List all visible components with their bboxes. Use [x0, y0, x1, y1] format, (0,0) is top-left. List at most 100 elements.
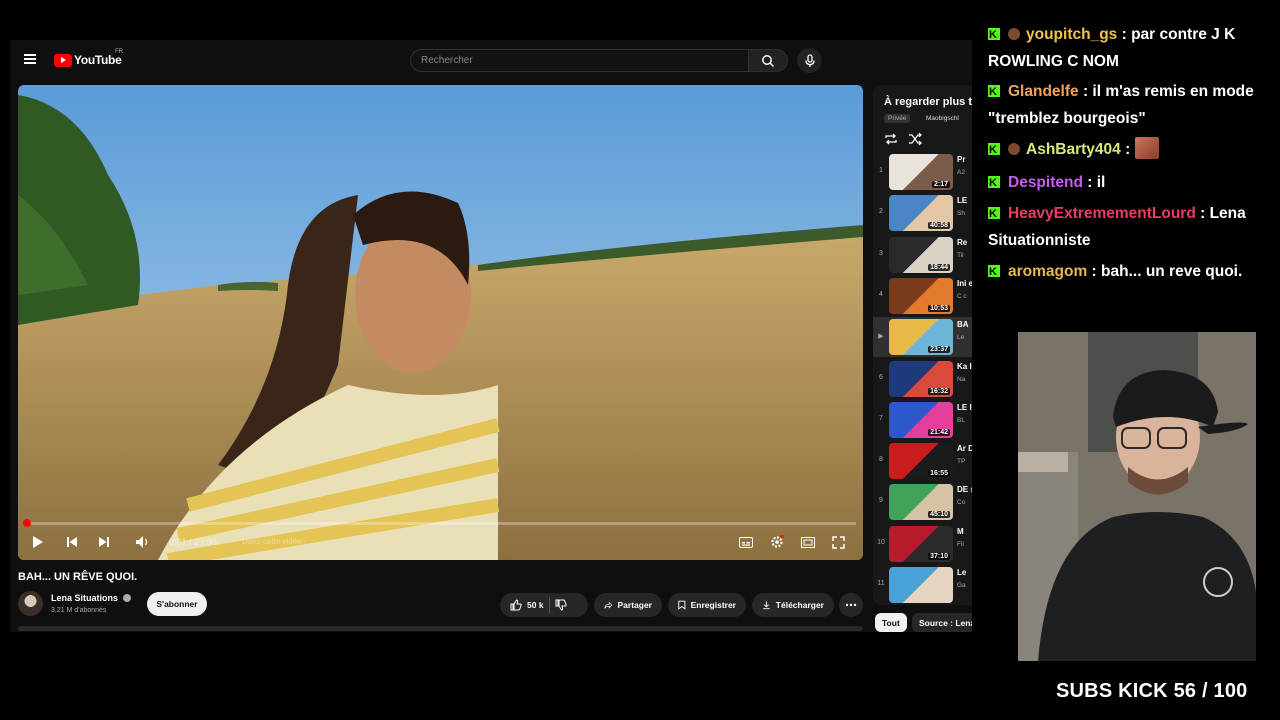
playlist-item-thumbnail[interactable]: 16:32	[889, 360, 953, 397]
play-button[interactable]	[30, 534, 46, 550]
video-player[interactable]: 0:01 / 23:36 Dans cette vidéo ›	[18, 85, 863, 560]
fullscreen-button[interactable]	[830, 534, 846, 550]
chat-username[interactable]: Glandelfe	[1008, 83, 1079, 100]
playlist-title[interactable]: À regarder plus tard	[884, 96, 972, 108]
playlist-item-thumbnail[interactable]: 40:58	[889, 195, 953, 232]
thumbs-down-icon[interactable]	[555, 599, 567, 611]
playlist-item-title[interactable]: Le	[957, 568, 966, 577]
playlist-item[interactable]: 8 16:55 Ar DE TP	[873, 441, 972, 481]
playlist-item-thumbnail[interactable]: 2:17	[889, 154, 953, 190]
hamburger-menu-icon[interactable]	[24, 54, 36, 64]
playlist-item-thumbnail[interactable]: 45:10	[889, 484, 953, 521]
playlist-item-thumbnail[interactable]: 18:44	[889, 236, 953, 273]
playlist-item-index: 3	[879, 249, 883, 257]
chat-username[interactable]: HeavyExtremementLourd	[1008, 205, 1196, 222]
video-scrubber-handle[interactable]	[23, 519, 31, 527]
playlist-item-thumbnail[interactable]	[889, 567, 953, 603]
playlist-item[interactable]: 6 16:32 Ka les Na	[873, 359, 972, 399]
playlist-item-thumbnail[interactable]: 21:42	[889, 401, 953, 438]
playlist-item-title[interactable]: Ar DE	[957, 444, 972, 453]
settings-button[interactable]	[769, 534, 785, 550]
chat-text: bah... un reve quoi.	[1101, 263, 1243, 280]
thumbs-up-icon[interactable]	[510, 599, 522, 611]
playlist-item-duration: 21:42	[928, 428, 950, 436]
playlist-item-index: 9	[879, 497, 883, 505]
chapter-link[interactable]: Dans cette vidéo ›	[242, 537, 306, 546]
channel-name[interactable]: Lena Situations	[51, 593, 118, 603]
chat-text: il	[1096, 174, 1106, 191]
playlist-item-index: 4	[879, 290, 883, 298]
next-button[interactable]	[96, 534, 112, 550]
playlist-item[interactable]: 10 37:10 M Fil	[873, 524, 972, 564]
playlist-item-thumbnail[interactable]: 37:10	[889, 525, 953, 562]
playlist-item-thumbnail[interactable]: 16:55	[889, 443, 953, 480]
search-button[interactable]	[748, 49, 788, 72]
playlist-item[interactable]: 1 2:17 Pr A2	[873, 152, 972, 192]
more-actions-button[interactable]	[839, 593, 863, 617]
chat-username[interactable]: AshBarty404	[1026, 141, 1121, 158]
loop-icon[interactable]	[884, 132, 898, 146]
playlist-item-index: 1	[879, 167, 883, 174]
channel-avatar[interactable]	[18, 591, 43, 616]
playlist-item-title[interactable]: Pr	[957, 155, 965, 164]
playlist-item-title[interactable]: LE IN	[957, 403, 972, 412]
playlist-item-thumbnail[interactable]: 23:37	[889, 319, 953, 356]
playlist-item-title[interactable]: Re	[957, 238, 967, 247]
save-button[interactable]: Enregistrer	[668, 593, 746, 617]
playlist-item[interactable]: 11 Le Ga	[873, 565, 972, 605]
playlist-item-index: 7	[879, 414, 883, 422]
playlist-item-title[interactable]: BA	[957, 320, 969, 329]
playlist-item-title[interactable]: M	[957, 527, 964, 536]
playlist-item-duration: 45:10	[928, 511, 950, 519]
playlist-item-duration: 16:55	[928, 470, 950, 478]
shuffle-icon[interactable]	[908, 132, 922, 146]
filter-chip-all[interactable]: Tout	[875, 613, 907, 632]
playlist-item[interactable]: 3 18:44 Re Til	[873, 235, 972, 275]
playlist-item[interactable]: ▶ 23:37 BA Le	[873, 317, 972, 358]
playlist-item-title[interactable]: Ka les	[957, 362, 972, 371]
video-progress-bar[interactable]	[26, 522, 856, 525]
voice-search-button[interactable]	[797, 48, 822, 73]
download-button[interactable]: Télécharger	[752, 593, 834, 617]
playlist-item-title[interactable]: DE @	[957, 485, 972, 494]
playlist-item-title[interactable]: Ini et	[957, 279, 972, 288]
chat-username[interactable]: aromagom	[1008, 263, 1087, 280]
search-input[interactable]	[411, 50, 748, 71]
kick-badge-icon	[988, 22, 1000, 49]
playlist-item[interactable]: 4 10:53 Ini et C c	[873, 276, 972, 316]
playlist-item[interactable]: 7 21:42 LE IN BL	[873, 400, 972, 440]
microphone-icon	[804, 53, 815, 67]
like-dislike-group: 50 k	[500, 593, 588, 617]
filter-chip-source[interactable]: Source : Lena	[912, 613, 972, 632]
playlist-owner[interactable]: Maobigschl	[926, 115, 959, 122]
webcam-feed	[1018, 332, 1256, 661]
previous-button[interactable]	[64, 534, 80, 550]
chat-username[interactable]: Despitend	[1008, 174, 1083, 191]
subtitles-button[interactable]	[738, 534, 754, 550]
chat-username[interactable]: youpitch_gs	[1026, 26, 1117, 43]
playlist-item-duration: 23:37	[928, 346, 950, 354]
playlist-item-index: 6	[879, 373, 883, 381]
share-label: Partager	[617, 600, 653, 610]
playlist-item[interactable]: 9 45:10 DE @ Co	[873, 482, 972, 522]
playlist-privacy-badge: Privée	[884, 114, 911, 123]
youtube-logo[interactable]: YouTube FR	[54, 49, 123, 67]
time-separator: /	[189, 537, 192, 547]
theater-mode-button[interactable]	[800, 534, 816, 550]
like-count[interactable]: 50 k	[527, 600, 544, 610]
share-button[interactable]: Partager	[594, 593, 662, 617]
playlist-item-duration: 10:53	[928, 304, 950, 312]
theater-mode-icon	[801, 536, 815, 548]
playlist-item-duration: 2:17	[931, 181, 950, 188]
playlist-item-channel: TP	[957, 458, 966, 466]
search-icon	[762, 54, 775, 67]
description-panel-edge	[18, 626, 863, 631]
playlist-item[interactable]: 2 40:58 LE Sh	[873, 193, 972, 233]
playlist-item-thumbnail[interactable]: 10:53	[889, 277, 953, 314]
play-icon	[33, 536, 43, 548]
playlist-item-title[interactable]: LE	[957, 196, 967, 205]
subscribe-button[interactable]: S'abonner	[147, 592, 207, 616]
chat-colon: :	[1087, 263, 1102, 280]
volume-button[interactable]	[134, 534, 152, 550]
youtube-play-icon	[54, 53, 72, 67]
